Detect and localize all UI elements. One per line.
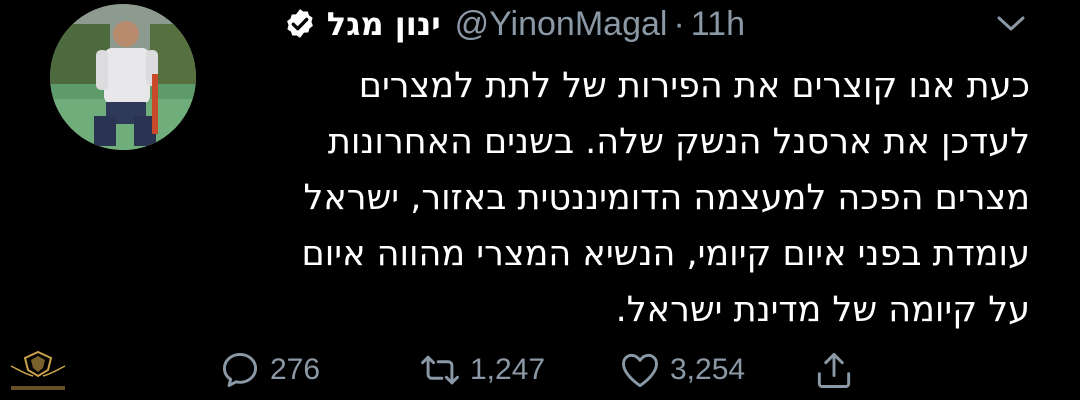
separator-dot: ·: [673, 4, 685, 43]
retweet-icon: [421, 355, 459, 385]
chevron-down-icon[interactable]: [996, 14, 1026, 34]
tweet-text-line: עומדת בפני איום קיומי, הנשיא המצרי מהווה…: [301, 234, 1031, 274]
user-handle[interactable]: @YinonMagal: [455, 5, 668, 44]
tweet-header: ינון מגל @YinonMagal · 11h: [283, 2, 745, 46]
reply-icon: [222, 352, 258, 388]
retweet-count: 1,247: [470, 353, 546, 386]
like-button[interactable]: 3,254: [618, 345, 745, 395]
display-name[interactable]: ינון מגל: [327, 5, 441, 43]
timestamp[interactable]: 11h: [691, 5, 745, 44]
watermark-logo: [10, 350, 66, 390]
share-button[interactable]: [812, 345, 864, 395]
reply-button[interactable]: 276: [218, 345, 320, 395]
reply-count: 276: [270, 353, 321, 386]
tweet-text-line: מצרים הפכה למעצמה הדומיננטית באזור, ישרא…: [303, 178, 1030, 218]
verified-badge-icon: [286, 9, 313, 38]
tweet-text: כעת אנו קוצרים את הפירות של לתת למצרים ל…: [170, 58, 1031, 338]
tweet-text-line: על קיומה של מדינת ישראל.: [615, 290, 1030, 330]
retweet-button[interactable]: 1,247: [418, 345, 545, 395]
tweet-text-line: כעת אנו קוצרים את הפירות של לתת למצרים: [358, 66, 1030, 106]
tweet-actions: 276 1,247 3,254: [0, 345, 1080, 395]
like-count: 3,254: [670, 353, 746, 386]
heart-icon: [622, 353, 658, 388]
tweet-text-line: לעדכן את ארסנל הנשק שלה. בשנים האחרונות: [327, 122, 1030, 162]
share-icon: [817, 352, 851, 388]
